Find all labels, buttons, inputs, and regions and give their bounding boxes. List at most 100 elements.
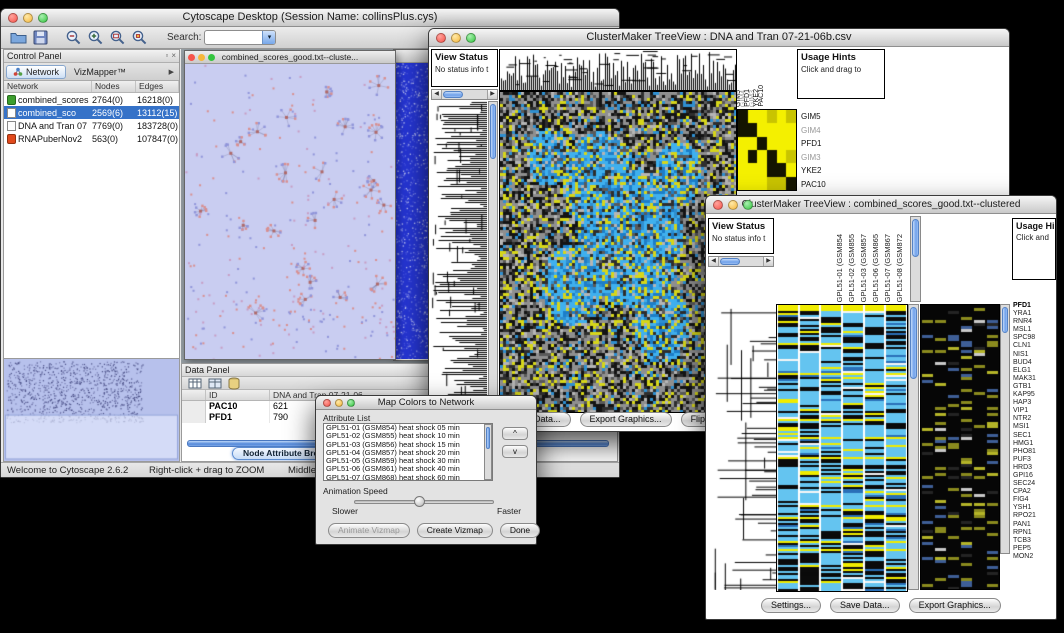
scrollbar-thumb[interactable] (486, 427, 490, 449)
scroll-right-icon[interactable]: ▶ (763, 257, 773, 266)
dialog-button[interactable]: Create Vizmap (417, 523, 493, 538)
move-up-button[interactable]: ^ (502, 427, 528, 440)
close-button[interactable] (713, 200, 723, 210)
treeview2-hscrollbar[interactable]: ◀ ▶ (708, 256, 774, 267)
animation-speed-slider[interactable] (414, 496, 425, 507)
scroll-right-icon[interactable]: ▶ (487, 90, 497, 99)
close-button[interactable] (8, 13, 18, 23)
network-view-1-titlebar[interactable]: combined_scores_good.txt--cluste... (185, 51, 395, 64)
genes-vscrollbar[interactable] (1000, 304, 1010, 554)
minimize-button[interactable] (23, 13, 33, 23)
gene-label[interactable]: FIG4 (1013, 496, 1057, 504)
row-dendrogram[interactable] (708, 304, 776, 590)
gene-label[interactable]: RNR4 (1013, 318, 1057, 326)
treeview-button[interactable]: Export Graphics... (580, 412, 672, 427)
database-icon[interactable] (227, 377, 240, 390)
treeview1-titlebar[interactable]: ClusterMaker TreeView : DNA and Tran 07-… (429, 29, 1009, 47)
data-cell-id[interactable]: PFD1 (206, 412, 270, 423)
gene-label[interactable]: YSH1 (1013, 504, 1057, 512)
treeview1-hscrollbar[interactable]: ◀ ▶ (431, 89, 498, 100)
scrollbar-thumb[interactable] (910, 307, 917, 379)
open-session-icon[interactable] (9, 28, 28, 47)
row-dendrogram[interactable] (431, 101, 487, 411)
gene-label[interactable]: RPO21 (1013, 512, 1057, 520)
zoom-button[interactable] (208, 54, 215, 61)
zoom-in-icon[interactable] (86, 28, 105, 47)
gene-label[interactable]: BUD4 (1013, 359, 1057, 367)
close-panel-icon[interactable]: × (171, 50, 176, 62)
heatmap-vscrollbar[interactable] (908, 304, 919, 590)
network-canvas[interactable] (185, 64, 395, 359)
network-row[interactable]: DNA and Tran 07 7769(0) 183728(0) (4, 119, 179, 132)
gene-label[interactable]: TCB3 (1013, 537, 1057, 545)
dialog-button[interactable]: Animate Vizmap (328, 523, 410, 538)
birdseye-view[interactable] (4, 358, 179, 461)
gene-label[interactable]: HRD3 (1013, 464, 1057, 472)
scrollbar-thumb[interactable] (912, 219, 919, 257)
treeview-button[interactable]: Settings... (761, 598, 821, 613)
network-row[interactable]: RNAPuberNov2 563(0) 107847(0) (4, 132, 179, 145)
tab-vizmapper[interactable]: VizMapper™ (68, 65, 132, 79)
gene-label[interactable]: NIS1 (1013, 351, 1057, 359)
dialog-titlebar[interactable]: Map Colors to Network (316, 396, 536, 410)
gene-label[interactable]: HAP3 (1013, 399, 1057, 407)
scrollbar-thumb[interactable] (443, 91, 463, 98)
scroll-left-icon[interactable]: ◀ (432, 90, 442, 99)
data-column-id[interactable]: ID (206, 390, 270, 400)
gene-label[interactable]: MAK31 (1013, 375, 1057, 383)
zoom-out-icon[interactable] (64, 28, 83, 47)
zoom-button[interactable] (466, 33, 476, 43)
main-titlebar[interactable]: Cytoscape Desktop (Session Name: collins… (1, 9, 619, 27)
network-row[interactable]: combined_scores 2764(0) 16218(0) (4, 93, 179, 106)
gene-label[interactable]: ELG1 (1013, 367, 1057, 375)
gene-label[interactable]: PHO81 (1013, 448, 1057, 456)
gene-label[interactable]: GPI16 (1013, 472, 1057, 480)
close-button[interactable] (323, 399, 331, 407)
close-button[interactable] (188, 54, 195, 61)
network-row[interactable]: combined_sco 2569(6) 13112(15) (4, 106, 179, 119)
attribute-select-icon[interactable] (187, 377, 202, 389)
minimize-button[interactable] (198, 54, 205, 61)
zoom-button[interactable] (38, 13, 48, 23)
gene-label[interactable]: NTR2 (1013, 415, 1057, 423)
labels-vscrollbar[interactable] (910, 216, 921, 302)
gene-label[interactable]: YRA1 (1013, 310, 1057, 318)
treeview1-vscrollbar[interactable] (488, 101, 498, 411)
gene-label[interactable]: PUF3 (1013, 456, 1057, 464)
heatmap-main[interactable] (499, 91, 737, 413)
global-matrix-view[interactable] (737, 109, 797, 191)
treeview-button[interactable]: Export Graphics... (909, 598, 1001, 613)
scrollbar-thumb[interactable] (720, 258, 740, 265)
scrollbar-thumb[interactable] (1002, 307, 1008, 333)
network-view-window-1[interactable]: combined_scores_good.txt--cluste... (184, 50, 396, 360)
treeview-button[interactable]: Save Data... (830, 598, 900, 613)
gene-label[interactable]: HMG1 (1013, 440, 1057, 448)
gene-label[interactable]: CLN1 (1013, 342, 1057, 350)
gene-label[interactable]: GTB1 (1013, 383, 1057, 391)
gene-label[interactable]: PEP5 (1013, 545, 1057, 553)
zoom-button[interactable] (347, 399, 355, 407)
zoom-selected-icon[interactable] (130, 28, 149, 47)
combo-arrow-icon[interactable]: ▾ (262, 31, 275, 44)
close-button[interactable] (436, 33, 446, 43)
scrollbar-thumb[interactable] (490, 104, 496, 159)
gene-label[interactable]: KAP95 (1013, 391, 1057, 399)
gene-label[interactable]: PFD1 (1013, 302, 1057, 310)
gene-label[interactable]: SPC98 (1013, 334, 1057, 342)
gene-label[interactable]: SEC24 (1013, 480, 1057, 488)
gene-label[interactable]: MSI1 (1013, 423, 1057, 431)
tab-network[interactable]: Network (6, 65, 66, 79)
data-cell-id[interactable]: PAC10 (206, 401, 270, 412)
heatmap-main[interactable] (776, 304, 908, 592)
scroll-left-icon[interactable]: ◀ (709, 257, 719, 266)
save-session-icon[interactable] (31, 28, 50, 47)
column-dendrogram[interactable] (499, 49, 737, 91)
treeview2-titlebar[interactable]: ClusterMaker TreeView : combined_scores_… (706, 196, 1056, 214)
minimize-button[interactable] (451, 33, 461, 43)
zoom-button[interactable] (743, 200, 753, 210)
float-panel-icon[interactable]: ▫ (165, 50, 168, 62)
gene-label[interactable]: RPN1 (1013, 529, 1057, 537)
minimize-button[interactable] (335, 399, 343, 407)
attribute-list-scrollbar[interactable] (484, 424, 492, 480)
tab-overflow-icon[interactable]: ▶ (169, 68, 177, 76)
